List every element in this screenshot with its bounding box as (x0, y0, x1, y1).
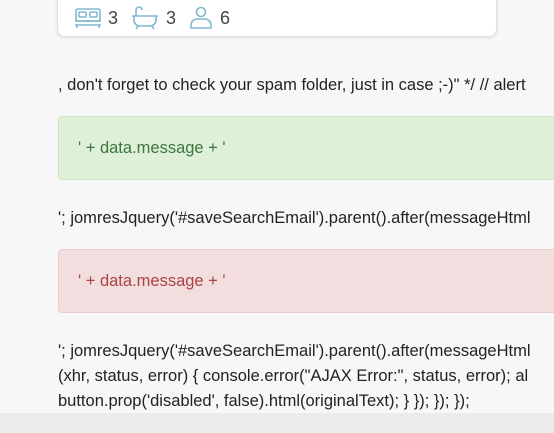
bottom-bar (0, 413, 554, 433)
success-alert: ' + data.message + ' (58, 116, 554, 180)
bedrooms-count: 3 (108, 8, 119, 28)
bathrooms-feature: 3 (130, 6, 176, 30)
script-text-line: button.prop('disabled', false).html(orig… (58, 392, 470, 410)
property-features: 3 3 6 (74, 3, 242, 33)
script-text-line: '; jomresJquery('#saveSearchEmail').pare… (58, 342, 531, 360)
error-message: ' + data.message + ' (78, 272, 226, 290)
success-message: ' + data.message + ' (78, 139, 226, 157)
error-alert: ' + data.message + ' (58, 249, 554, 313)
spam-folder-text: , don't forget to check your spam folder… (58, 76, 526, 94)
bathtub-icon (130, 6, 160, 30)
person-icon (188, 6, 214, 30)
script-text-line: (xhr, status, error) { console.error("AJ… (58, 367, 529, 385)
guests-feature: 6 (188, 6, 230, 30)
bathrooms-count: 3 (166, 8, 177, 28)
guests-count: 6 (220, 8, 231, 28)
property-card: 3 3 6 (57, 0, 497, 37)
script-text-line: '; jomresJquery('#saveSearchEmail').pare… (58, 209, 531, 227)
bedrooms-feature: 3 (74, 7, 118, 29)
bed-icon (74, 7, 102, 29)
